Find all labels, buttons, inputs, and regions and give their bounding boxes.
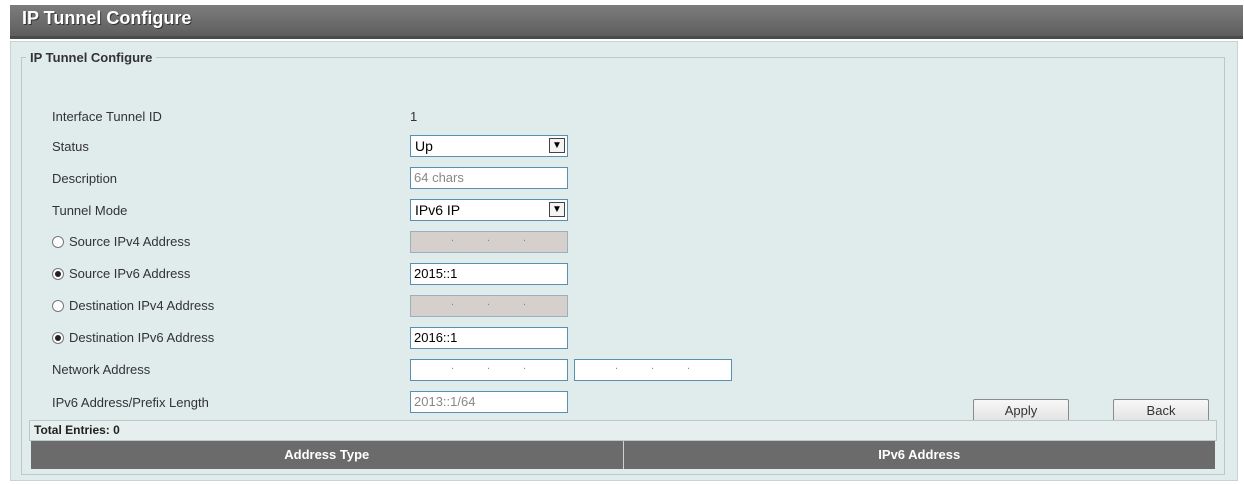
source-ipv6-input[interactable]: 2015::1 [410,263,568,285]
column-ipv6-address: IPv6 Address [878,447,961,462]
status-select[interactable]: Up ▼ [410,135,568,157]
source-ipv6-radio[interactable] [52,268,64,280]
column-address-type: Address Type [31,441,624,469]
tunnel-mode-select[interactable]: IPv6 IP ▼ [410,199,568,221]
source-ipv4-label: Source IPv4 Address [69,234,191,249]
source-ipv6-label: Source IPv6 Address [69,266,191,281]
interface-tunnel-id-label: Interface Tunnel ID [52,109,162,124]
source-ipv4-input: ... [410,231,568,253]
chevron-down-icon[interactable]: ▼ [549,202,565,217]
interface-tunnel-id-value: 1 [410,109,418,124]
network-mask-input[interactable]: ... [574,359,732,381]
total-entries: Total Entries: 0 [29,420,1217,441]
status-selected-value: Up [415,138,433,154]
network-address-input[interactable]: ... [410,359,568,381]
content-panel: IP Tunnel Configure Interface Tunnel ID … [10,41,1238,481]
status-label: Status [52,139,89,154]
page-header: IP Tunnel Configure [10,5,1243,39]
destination-ipv4-label: Destination IPv4 Address [69,298,215,313]
group-legend: IP Tunnel Configure [30,50,153,65]
source-ipv4-radio[interactable] [52,236,64,248]
apply-button[interactable]: Apply [973,399,1069,422]
chevron-down-icon[interactable]: ▼ [549,138,565,153]
ipv6-prefix-label: IPv6 Address/Prefix Length [52,395,209,410]
back-button[interactable]: Back [1113,399,1209,422]
destination-ipv6-radio[interactable] [52,332,64,344]
description-label: Description [52,171,118,186]
destination-ipv6-label: Destination IPv6 Address [69,330,215,345]
description-input[interactable]: 64 chars [410,167,568,189]
tunnel-mode-selected-value: IPv6 IP [415,202,461,218]
destination-ipv4-input: ... [410,295,568,317]
destination-ipv6-input[interactable]: 2016::1 [410,327,568,349]
tunnel-mode-label: Tunnel Mode [52,203,128,218]
network-address-label: Network Address [52,362,151,377]
ipv6-prefix-input[interactable]: 2013::1/64 [410,391,568,413]
table-header: Address Type IPv6 Address [31,441,1215,469]
destination-ipv4-radio[interactable] [52,300,64,312]
config-group: IP Tunnel Configure Interface Tunnel ID … [21,50,1225,475]
page-title: IP Tunnel Configure [22,8,192,28]
entries-table: Total Entries: 0 Address Type IPv6 Addre… [29,420,1217,469]
